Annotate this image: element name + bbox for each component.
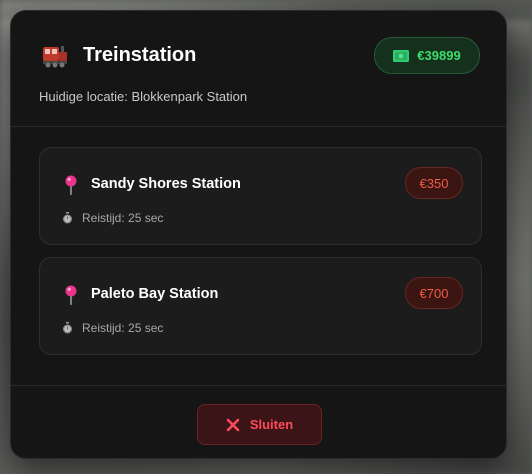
station-name: Sandy Shores Station [91, 176, 241, 192]
page-title: Treinstation [83, 43, 197, 66]
train-station-modal: Treinstation Huidige locatie: Blokkenpar… [10, 10, 507, 459]
travel-time: Reistijd: 25 sec [62, 211, 163, 225]
train-icon [43, 46, 67, 68]
money-icon [393, 49, 410, 62]
price-badge: €350 [405, 167, 463, 199]
price-badge: €700 [405, 277, 463, 309]
modal-footer: Sluiten [11, 385, 506, 458]
stopwatch-icon [63, 212, 72, 224]
current-location: Huidige locatie: Blokkenpark Station [39, 89, 248, 104]
pin-icon [65, 285, 77, 305]
title-row: Treinstation [41, 41, 196, 69]
travel-time-label: Reistijd: 25 sec [82, 211, 164, 225]
close-button[interactable]: Sluiten [197, 404, 322, 445]
close-label: Sluiten [249, 417, 294, 432]
station-card[interactable]: Paleto Bay Station €700 Reistijd: 25 sec [39, 257, 482, 355]
station-card[interactable]: Sandy Shores Station €350 Reistijd: 25 s… [39, 147, 482, 245]
pin-icon [65, 175, 77, 195]
station-list: Sandy Shores Station €350 Reistijd: 25 s… [39, 147, 482, 367]
balance-badge: €39899 [374, 37, 480, 74]
stopwatch-icon [63, 322, 72, 334]
close-icon [226, 418, 240, 431]
travel-time-label: Reistijd: 25 sec [82, 321, 164, 335]
station-name: Paleto Bay Station [91, 286, 219, 302]
travel-time: Reistijd: 25 sec [62, 321, 163, 335]
modal-header: Treinstation Huidige locatie: Blokkenpar… [11, 11, 506, 127]
balance-amount: €39899 [417, 48, 461, 63]
